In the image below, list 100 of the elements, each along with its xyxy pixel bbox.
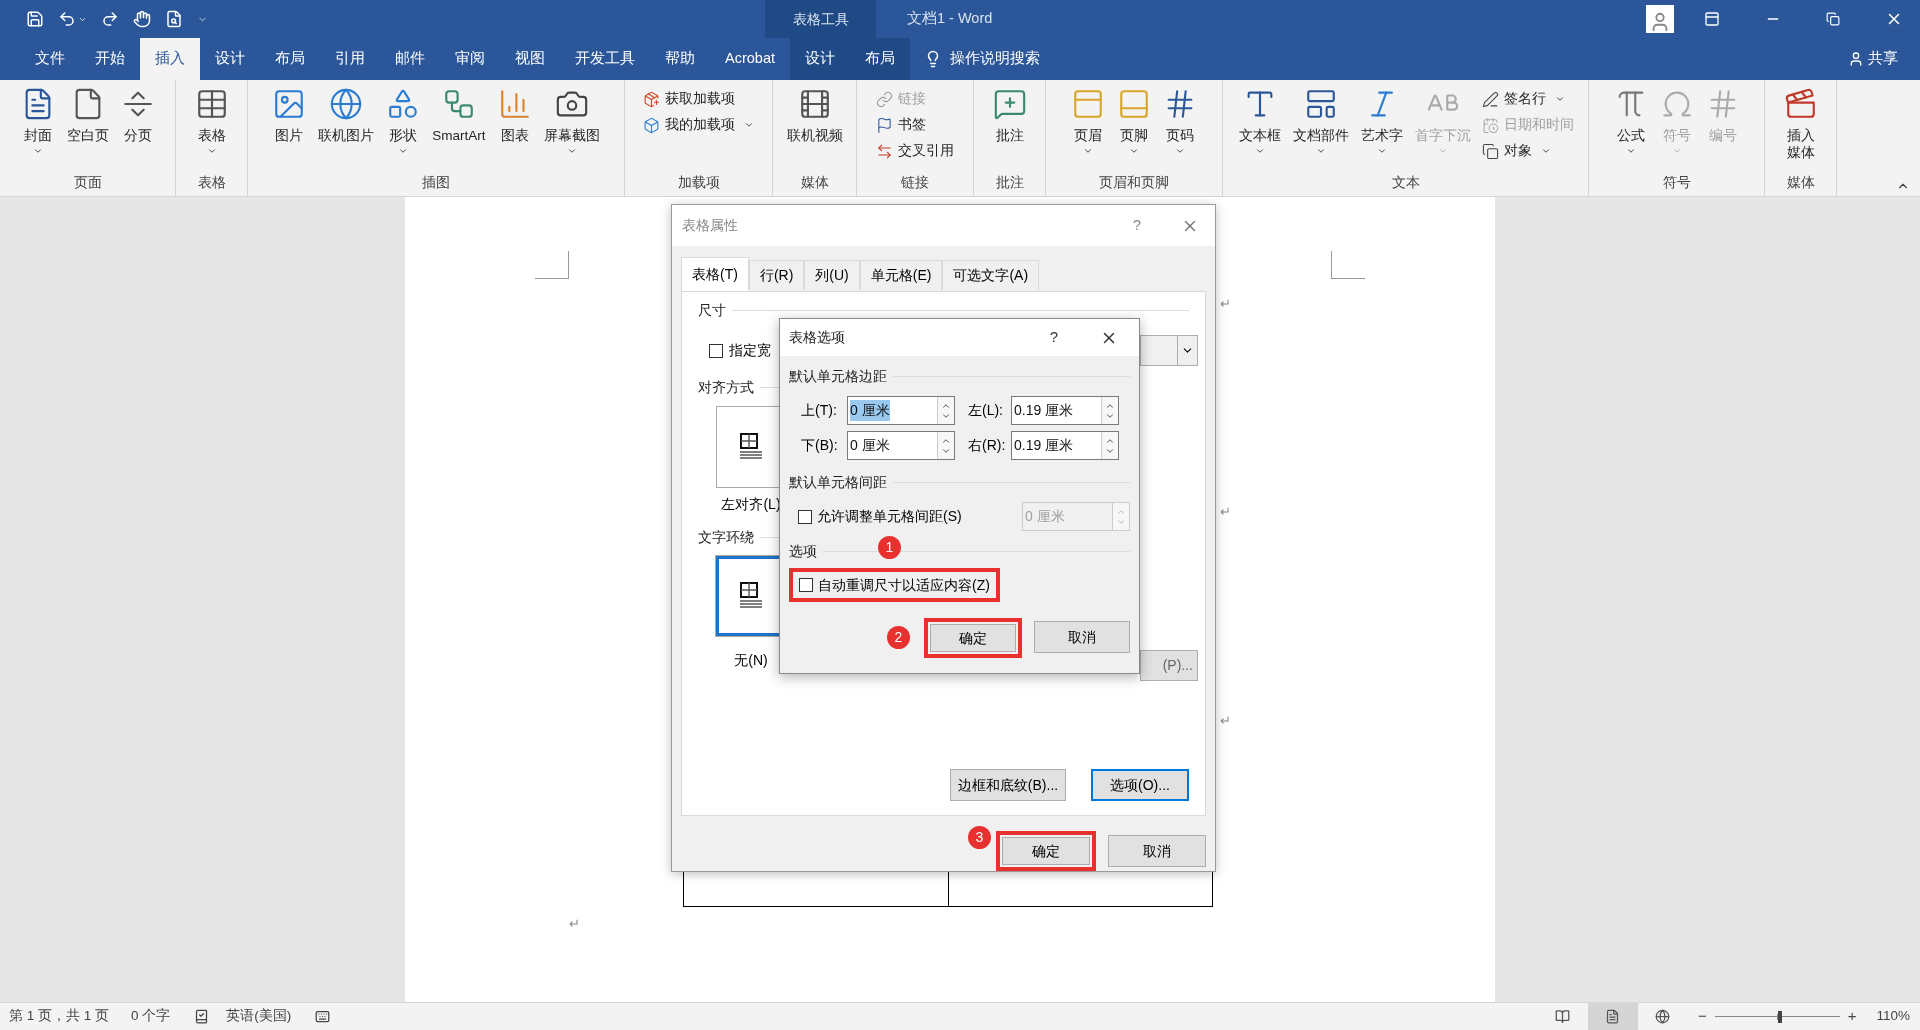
ribbon-button[interactable]: 页脚 bbox=[1112, 84, 1156, 170]
ribbon-button[interactable]: 文档部件 bbox=[1287, 84, 1354, 170]
zoom-in-button[interactable]: + bbox=[1847, 1005, 1857, 1028]
spin-field[interactable]: 0 厘米 bbox=[847, 396, 955, 425]
file-search-icon[interactable] bbox=[165, 10, 183, 28]
ribbon-button[interactable]: 屏幕截图 bbox=[538, 84, 605, 170]
menu-tab[interactable]: Acrobat bbox=[710, 38, 790, 80]
dialog-tab[interactable]: 行(R) bbox=[748, 260, 805, 290]
page-count[interactable]: 第 1 页，共 1 页 bbox=[9, 1006, 110, 1027]
ribbon-button[interactable]: 艺术字 bbox=[1355, 84, 1408, 170]
zoom-out-button[interactable]: − bbox=[1697, 1005, 1707, 1028]
redo-icon[interactable] bbox=[101, 10, 119, 28]
ribbon-button[interactable]: 表格 bbox=[189, 84, 234, 170]
undo-icon[interactable] bbox=[58, 10, 76, 28]
menu-tab[interactable]: 邮件 bbox=[380, 38, 440, 80]
menu-tab[interactable]: 开发工具 bbox=[560, 38, 650, 80]
ribbon-button[interactable]: 页码 bbox=[1158, 84, 1202, 170]
ribbon-button[interactable]: 形状 bbox=[381, 84, 426, 170]
ribbon-button[interactable]: 交叉引用 bbox=[872, 138, 958, 164]
ribbon-button[interactable]: 批注 bbox=[987, 84, 1032, 170]
cancel-button[interactable]: 取消 bbox=[1034, 621, 1130, 653]
help-button[interactable]: ? bbox=[1049, 326, 1058, 349]
ribbon-button[interactable]: 分页 bbox=[115, 84, 160, 170]
ribbon-button[interactable]: 插入媒体 bbox=[1778, 84, 1823, 170]
comment-icon bbox=[992, 87, 1027, 121]
ribbon-button[interactable]: 封面 bbox=[15, 84, 60, 170]
dialog-tab[interactable]: 单元格(E) bbox=[859, 260, 943, 290]
checkbox[interactable] bbox=[709, 343, 723, 358]
ribbon-button[interactable]: 书签 bbox=[872, 112, 958, 138]
options-button[interactable]: 选项(O)... bbox=[1091, 769, 1189, 801]
menu-tab[interactable]: 文件 bbox=[20, 38, 80, 80]
help-button[interactable]: ? bbox=[1132, 214, 1141, 237]
menu-tab[interactable]: 布局 bbox=[260, 38, 320, 80]
menu-tab[interactable]: 插入 bbox=[140, 38, 200, 80]
section-heading: 尺寸 bbox=[698, 301, 726, 320]
view-button[interactable] bbox=[1587, 1003, 1638, 1030]
menu-tab[interactable]: 审阅 bbox=[440, 38, 500, 80]
keyboard-icon[interactable] bbox=[315, 1009, 331, 1024]
dropdown-field[interactable] bbox=[1140, 335, 1198, 366]
ok-button[interactable]: 确定 bbox=[1002, 837, 1090, 865]
menu-tab[interactable]: 布局 bbox=[850, 38, 910, 80]
dialog-tab[interactable]: 可选文字(A) bbox=[942, 260, 1040, 290]
ribbon-button[interactable]: 获取加载项 bbox=[639, 86, 758, 112]
slider-thumb[interactable] bbox=[1777, 1010, 1782, 1023]
ribbon-button[interactable]: 文本框 bbox=[1233, 84, 1286, 170]
dialog-tab[interactable]: 列(U) bbox=[804, 260, 860, 290]
field-label: 上(T): bbox=[800, 401, 838, 420]
tell-me-search[interactable]: 操作说明搜索 bbox=[924, 38, 1040, 80]
group-label: 加载项 bbox=[676, 173, 721, 192]
menu-tab[interactable]: 设计 bbox=[200, 38, 260, 80]
field-label: 左(L): bbox=[967, 401, 1004, 420]
ok-button[interactable]: 确定 bbox=[930, 624, 1016, 652]
spin-field[interactable]: 0.19 厘米 bbox=[1011, 396, 1119, 425]
caret-icon bbox=[1540, 146, 1551, 156]
restore-icon[interactable] bbox=[1826, 12, 1840, 26]
ribbon-button[interactable]: 签名行 bbox=[1477, 86, 1578, 112]
avatar-icon[interactable] bbox=[1646, 5, 1674, 33]
menu-tab[interactable]: 设计 bbox=[790, 38, 850, 80]
dialog-tab[interactable]: 表格(T) bbox=[681, 257, 749, 291]
ribbon-button[interactable]: SmartArt bbox=[427, 84, 491, 170]
menu-tab[interactable]: 帮助 bbox=[650, 38, 710, 80]
ribbon-button[interactable]: 公式 bbox=[1608, 84, 1653, 170]
ribbon-display-icon[interactable] bbox=[1704, 11, 1720, 27]
zoom-slider[interactable] bbox=[1714, 1010, 1840, 1023]
menu-tab[interactable]: 开始 bbox=[80, 38, 140, 80]
caret-icon bbox=[1437, 146, 1448, 156]
person-icon bbox=[1848, 51, 1864, 67]
proofing-icon[interactable] bbox=[194, 1009, 210, 1024]
ribbon-button[interactable]: 页眉 bbox=[1066, 84, 1110, 170]
spin-field[interactable]: 0.19 厘米 bbox=[1011, 431, 1119, 460]
zoom-percent[interactable]: 110% bbox=[1876, 1006, 1910, 1027]
section-heading: 对齐方式 bbox=[698, 378, 754, 397]
globe-icon bbox=[329, 87, 364, 121]
ribbon-button[interactable]: 图表 bbox=[492, 84, 537, 170]
menu-tab[interactable]: 引用 bbox=[320, 38, 380, 80]
pen-icon bbox=[1481, 90, 1499, 108]
language[interactable]: 英语(美国) bbox=[226, 1006, 292, 1027]
ribbon-button[interactable]: 我的加载项 bbox=[639, 112, 758, 138]
section-heading: 文字环绕 bbox=[698, 528, 754, 547]
share-button[interactable]: 共享 bbox=[1848, 38, 1920, 80]
borders-button[interactable]: 边框和底纹(B)... bbox=[950, 769, 1066, 801]
ribbon-button[interactable]: 联机视频 bbox=[781, 84, 848, 170]
context-label: 表格工具 bbox=[765, 0, 876, 38]
save-icon[interactable] bbox=[26, 10, 44, 28]
book-icon bbox=[1555, 1009, 1571, 1024]
ribbon-button[interactable]: 联机图片 bbox=[313, 84, 380, 170]
word-count[interactable]: 0 个字 bbox=[131, 1006, 171, 1027]
positioning-button[interactable]: (P)... bbox=[1140, 650, 1198, 681]
ribbon-button[interactable]: 图片 bbox=[267, 84, 312, 170]
cancel-button[interactable]: 取消 bbox=[1108, 835, 1206, 867]
spin-field[interactable]: 0 厘米 bbox=[847, 431, 955, 460]
group-label: 媒体 bbox=[1785, 173, 1816, 192]
section-heading: 默认单元格间距 bbox=[789, 473, 887, 492]
caret-icon bbox=[1671, 146, 1682, 156]
ribbon-button[interactable]: 空白页 bbox=[61, 84, 114, 170]
hand-icon[interactable] bbox=[133, 10, 151, 28]
menu-tab[interactable]: 视图 bbox=[500, 38, 560, 80]
checkbox[interactable] bbox=[799, 578, 813, 592]
checkbox-label: 允许调整单元格间距(S) bbox=[817, 507, 962, 526]
ribbon-button[interactable]: 对象 bbox=[1477, 138, 1578, 164]
